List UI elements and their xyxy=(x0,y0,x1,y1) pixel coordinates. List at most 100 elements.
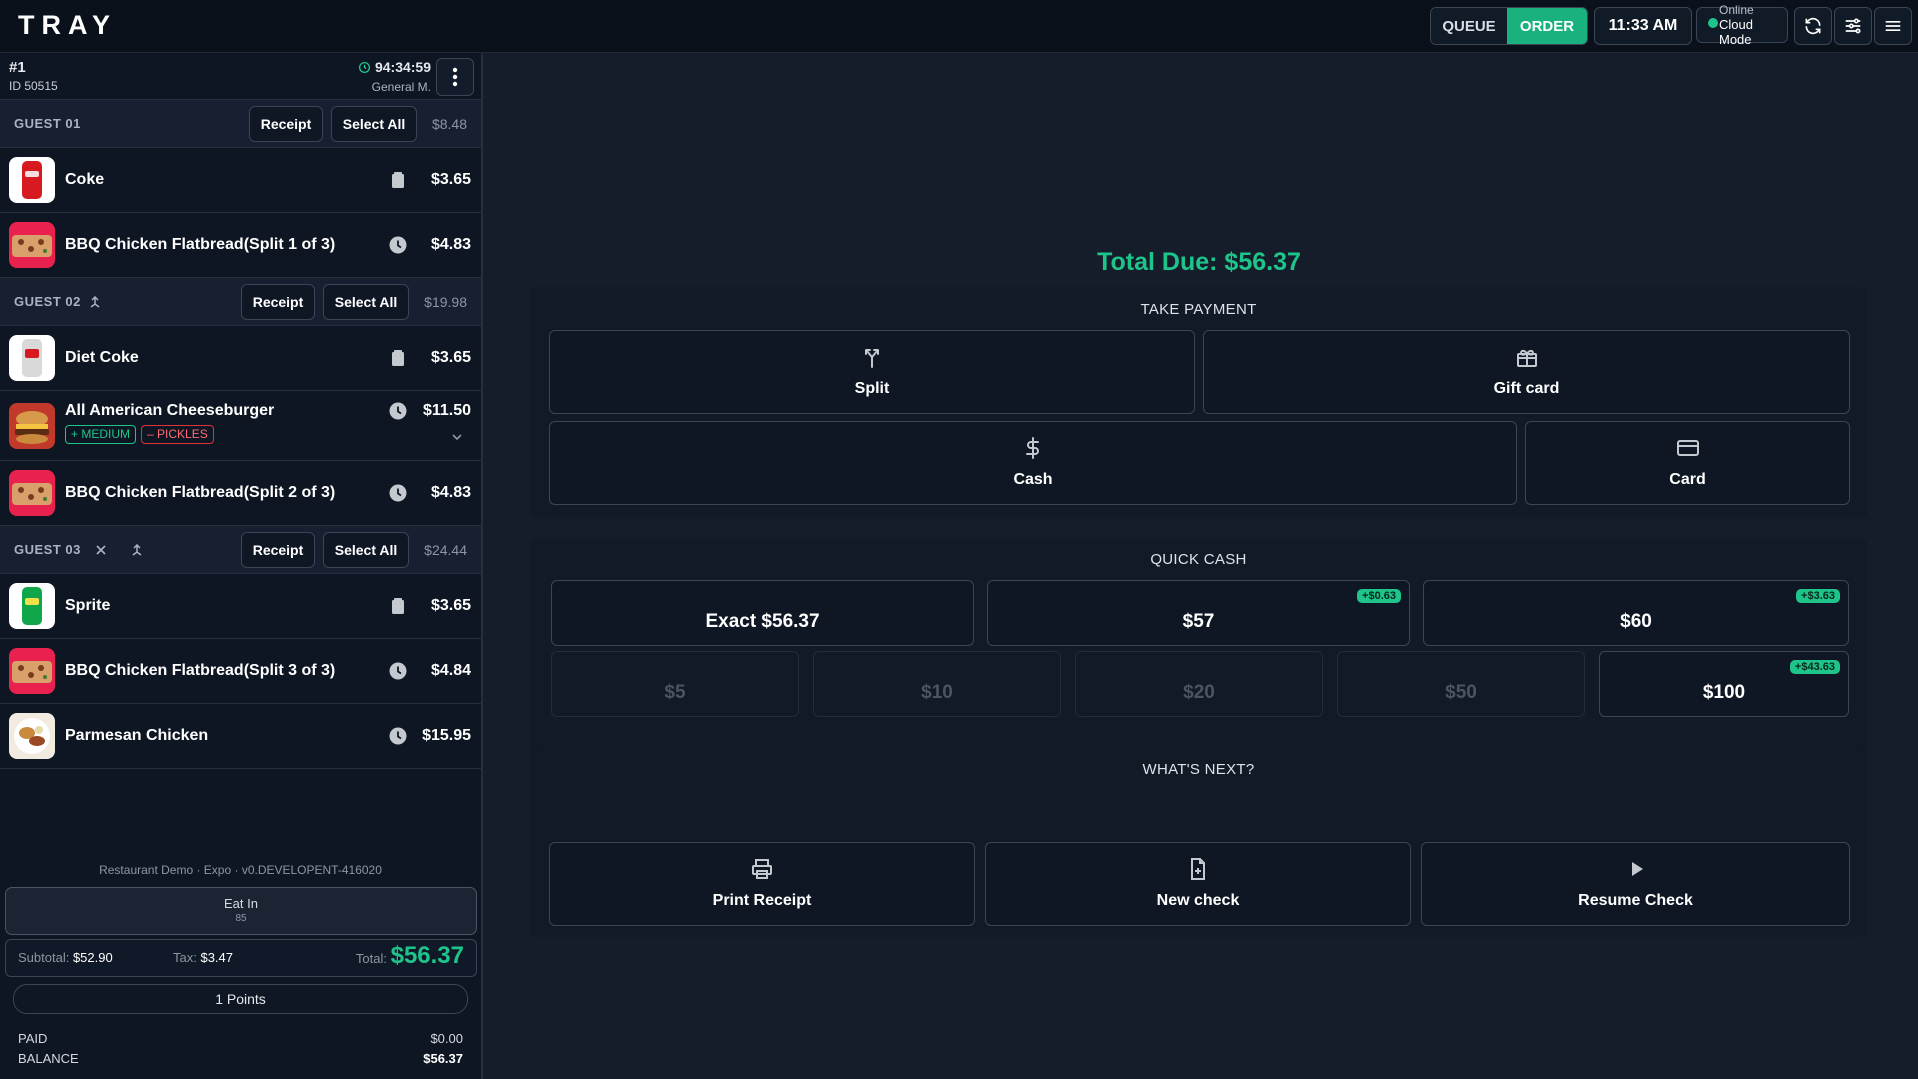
guest-header: GUEST 01 Receipt Select All $8.48 xyxy=(0,100,481,148)
settings-button[interactable] xyxy=(1834,7,1872,45)
list-item[interactable]: All American Cheeseburger + MEDIUM – PIC… xyxy=(0,391,481,461)
cash-60-button[interactable]: +$3.63 $60 xyxy=(1423,580,1849,646)
clock-icon xyxy=(389,727,407,745)
item-price: $15.95 xyxy=(422,727,471,744)
guest-title: GUEST 03 xyxy=(14,542,143,557)
printer-icon xyxy=(752,859,772,879)
new-check-button[interactable]: New check xyxy=(985,842,1411,926)
item-price: $3.65 xyxy=(430,597,471,614)
queue-tab[interactable]: QUEUE xyxy=(1431,8,1507,44)
cash-57-button[interactable]: +$0.63 $57 xyxy=(987,580,1410,646)
menu-icon xyxy=(1885,21,1901,31)
mode-toggle: QUEUE ORDER xyxy=(1430,7,1588,45)
item-price: $3.65 xyxy=(430,349,471,366)
server-name: General M. xyxy=(371,80,431,94)
seat-move-icon[interactable] xyxy=(131,543,143,556)
select-all-button[interactable]: Select All xyxy=(323,284,409,320)
list-item[interactable]: BBQ Chicken Flatbread(Split 2 of 3) $4.8… xyxy=(0,461,481,526)
paid-label: PAID xyxy=(18,1031,48,1046)
resume-check-label: Resume Check xyxy=(1578,892,1693,909)
points-button[interactable]: 1 Points xyxy=(13,984,468,1014)
paid-value: $0.00 xyxy=(430,1031,463,1046)
card-button[interactable]: Card xyxy=(1525,421,1850,505)
order-id: ID 50515 xyxy=(9,79,58,93)
list-item[interactable]: BBQ Chicken Flatbread(Split 3 of 3) $4.8… xyxy=(0,639,481,704)
version-text: Restaurant Demo · Expo · v0.DEVELOPENT-4… xyxy=(99,863,382,877)
modifier-remove: – PICKLES xyxy=(141,425,214,444)
parmesan-chicken-thumbnail xyxy=(9,713,55,759)
cheeseburger-thumbnail xyxy=(9,403,55,449)
item-price: $4.84 xyxy=(430,662,471,679)
cash-20-button[interactable]: $20 xyxy=(1075,651,1323,717)
item-name: Diet Coke xyxy=(65,349,139,366)
exact-cash-button[interactable]: Exact $56.37 xyxy=(551,580,974,646)
print-receipt-label: Print Receipt xyxy=(712,892,812,909)
guest-title: GUEST 02 xyxy=(14,294,101,309)
seat-move-icon[interactable] xyxy=(89,295,101,308)
receipt-button[interactable]: Receipt xyxy=(241,284,315,320)
flatbread-thumbnail xyxy=(9,648,55,694)
gift-card-label: Gift card xyxy=(1493,380,1560,397)
list-item[interactable]: Sprite $3.65 xyxy=(0,574,481,639)
order-tab[interactable]: ORDER xyxy=(1507,8,1587,44)
list-item[interactable]: Coke $3.65 xyxy=(0,148,481,213)
list-item[interactable]: Parmesan Chicken $15.95 xyxy=(0,704,481,769)
cash-100-button[interactable]: +$43.63 $100 xyxy=(1599,651,1849,717)
balance-label: BALANCE xyxy=(18,1051,79,1066)
order-options-button[interactable] xyxy=(436,58,474,96)
bag-icon xyxy=(392,598,404,614)
select-all-button[interactable]: Select All xyxy=(331,106,417,142)
new-check-label: New check xyxy=(1156,892,1240,909)
item-name: Parmesan Chicken xyxy=(65,727,209,744)
sprite-thumbnail xyxy=(9,583,55,629)
cash-button[interactable]: Cash xyxy=(549,421,1517,505)
cash-5-button[interactable]: $5 xyxy=(551,651,799,717)
balance-value: $56.37 xyxy=(423,1051,463,1066)
section-title: WHAT'S NEXT? xyxy=(1142,761,1255,778)
guest-title: GUEST 01 xyxy=(14,116,81,131)
refresh-button[interactable] xyxy=(1794,7,1832,45)
connection-status[interactable]: Online Cloud Mode xyxy=(1696,3,1788,47)
item-price: $3.65 xyxy=(430,171,471,188)
diet-coke-thumbnail xyxy=(9,335,55,381)
order-number: #1 xyxy=(9,59,26,76)
dining-option-code: 85 xyxy=(235,913,247,924)
item-name: All American Cheeseburger xyxy=(65,402,275,419)
close-icon[interactable] xyxy=(95,544,107,556)
item-name: BBQ Chicken Flatbread(Split 2 of 3) xyxy=(65,484,336,501)
print-receipt-button[interactable]: Print Receipt xyxy=(549,842,975,926)
status-line2: Cloud Mode xyxy=(1719,16,1753,47)
cash-label: Cash xyxy=(1013,471,1053,488)
take-payment-section: TAKE PAYMENT Split Gift card Cash Card xyxy=(530,287,1867,519)
order-total: Total: $56.37 xyxy=(355,942,464,969)
item-name: BBQ Chicken Flatbread(Split 1 of 3) xyxy=(65,236,336,253)
split-button[interactable]: Split xyxy=(549,330,1195,414)
sliders-icon xyxy=(1845,18,1861,34)
card-label: Card xyxy=(1669,471,1706,488)
select-all-button[interactable]: Select All xyxy=(323,532,409,568)
item-modifiers: + MEDIUM – PICKLES xyxy=(65,425,214,444)
item-name: Sprite xyxy=(65,597,111,614)
payment-summary: PAID $0.00 BALANCE $56.37 xyxy=(18,1031,463,1071)
section-title: QUICK CASH xyxy=(1150,551,1247,568)
cash-10-button[interactable]: $10 xyxy=(813,651,1061,717)
dining-option-button[interactable]: Eat In 85 xyxy=(5,887,477,935)
order-header: #1 ID 50515 94:34:59 General M. xyxy=(0,53,481,100)
timer-icon xyxy=(358,61,371,73)
gift-card-button[interactable]: Gift card xyxy=(1203,330,1850,414)
clock-icon xyxy=(389,484,407,502)
change-badge: +$3.63 xyxy=(1796,589,1840,603)
item-name: Coke xyxy=(65,171,105,188)
payment-area: Total Due: $56.37 TAKE PAYMENT Split Gif… xyxy=(483,53,1918,1079)
list-item[interactable]: BBQ Chicken Flatbread(Split 1 of 3) $4.8… xyxy=(0,213,481,278)
receipt-button[interactable]: Receipt xyxy=(249,106,323,142)
clock-icon xyxy=(389,236,407,254)
whats-next-section: WHAT'S NEXT? Print Receipt New check Res… xyxy=(530,747,1867,937)
receipt-button[interactable]: Receipt xyxy=(241,532,315,568)
menu-button[interactable] xyxy=(1874,7,1912,45)
list-item[interactable]: Diet Coke $3.65 xyxy=(0,326,481,391)
cash-50-button[interactable]: $50 xyxy=(1337,651,1585,717)
chevron-down-icon[interactable] xyxy=(451,433,463,441)
item-price: $11.50 xyxy=(422,402,471,419)
resume-check-button[interactable]: Resume Check xyxy=(1421,842,1850,926)
